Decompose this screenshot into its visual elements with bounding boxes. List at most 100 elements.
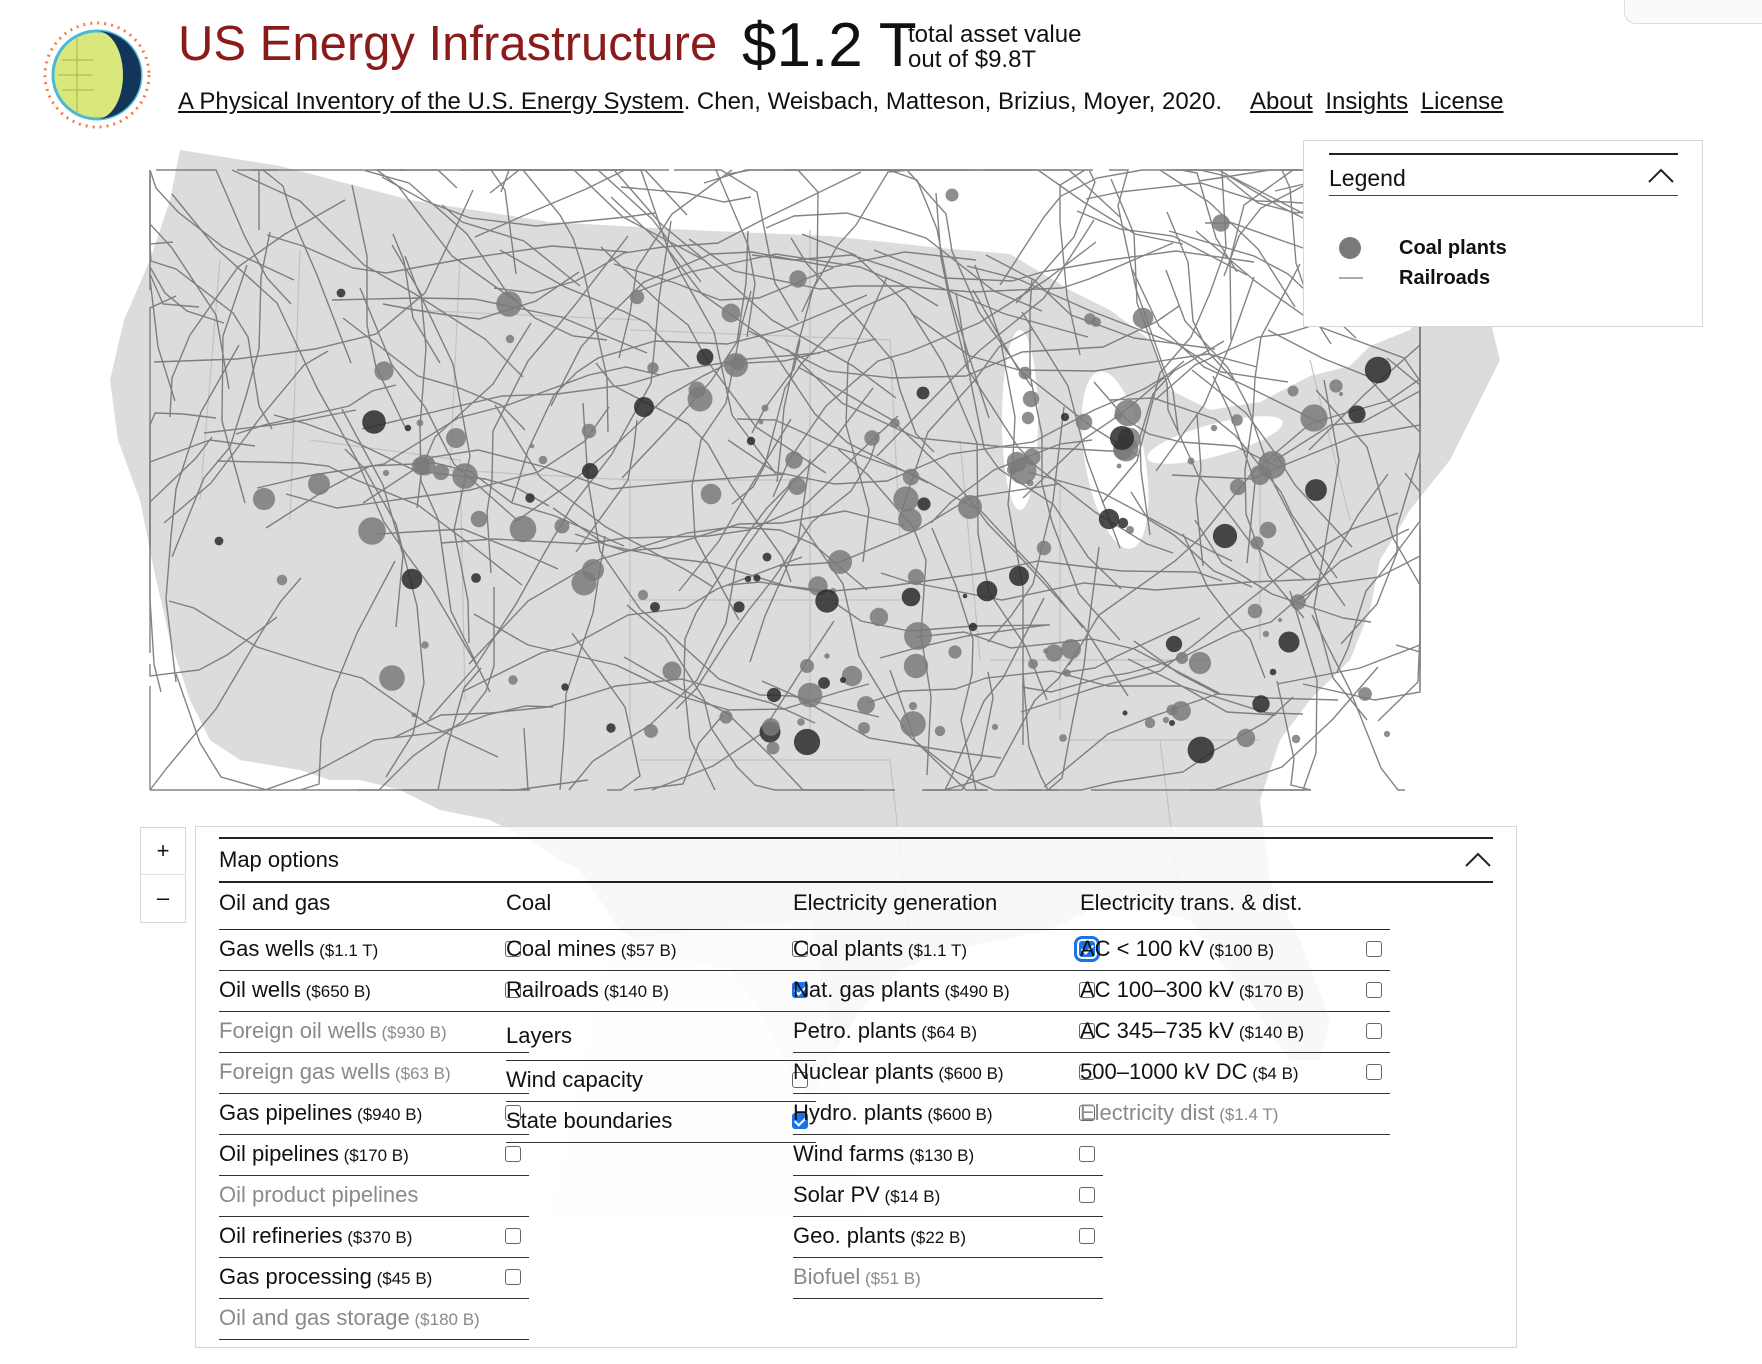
coal-plant-marker[interactable] xyxy=(452,463,478,489)
option-checkbox[interactable] xyxy=(505,1228,521,1244)
coal-plant-marker[interactable] xyxy=(696,348,714,366)
coal-plant-marker[interactable] xyxy=(733,601,745,613)
coal-plant-marker[interactable] xyxy=(252,487,276,511)
coal-plant-marker[interactable] xyxy=(900,711,926,737)
coal-plant-marker[interactable] xyxy=(958,495,982,519)
coal-plant-marker[interactable] xyxy=(214,536,224,546)
coal-plant-marker[interactable] xyxy=(1210,424,1218,432)
option-row[interactable]: Petro. plants ($64 B) xyxy=(793,1012,1103,1053)
coal-plant-marker[interactable] xyxy=(1250,536,1264,550)
coal-plant-marker[interactable] xyxy=(1259,521,1277,539)
coal-plant-marker[interactable] xyxy=(1236,728,1256,748)
coal-plant-marker[interactable] xyxy=(1036,540,1052,556)
coal-plant-marker[interactable] xyxy=(800,659,814,673)
coal-plant-marker[interactable] xyxy=(1018,366,1032,380)
coal-plant-marker[interactable] xyxy=(744,575,752,583)
option-row[interactable]: Oil wells ($650 B) xyxy=(219,971,529,1012)
coal-plant-marker[interactable] xyxy=(1348,405,1366,423)
coal-plant-marker[interactable] xyxy=(525,493,535,503)
coal-plant-marker[interactable] xyxy=(582,463,598,479)
coal-plant-marker[interactable] xyxy=(1250,465,1270,485)
coal-plant-marker[interactable] xyxy=(1187,736,1215,764)
option-row[interactable]: Hydro. plants ($600 B) xyxy=(793,1094,1103,1135)
nav-about[interactable]: About xyxy=(1250,88,1313,115)
coal-plant-marker[interactable] xyxy=(1063,669,1071,677)
coal-plant-marker[interactable] xyxy=(276,574,288,586)
coal-plant-marker[interactable] xyxy=(901,587,921,607)
coal-plant-marker[interactable] xyxy=(857,696,875,714)
legend-header[interactable]: Legend xyxy=(1329,153,1678,196)
coal-plant-marker[interactable] xyxy=(1305,479,1327,501)
option-row[interactable]: Coal plants ($1.1 T) xyxy=(793,930,1103,971)
coal-plant-marker[interactable] xyxy=(893,486,919,512)
coal-plant-marker[interactable] xyxy=(903,653,929,679)
coal-plant-marker[interactable] xyxy=(1188,651,1212,675)
coal-plant-marker[interactable] xyxy=(766,687,782,703)
coal-plant-marker[interactable] xyxy=(1059,734,1067,742)
option-checkbox[interactable] xyxy=(1079,1187,1095,1203)
coal-plant-marker[interactable] xyxy=(824,653,830,659)
coal-plant-marker[interactable] xyxy=(1098,508,1120,530)
coal-plant-marker[interactable] xyxy=(1231,414,1243,426)
coal-plant-marker[interactable] xyxy=(788,477,806,495)
coal-plant-marker[interactable] xyxy=(470,510,488,528)
coal-plant-marker[interactable] xyxy=(1291,734,1301,744)
coal-plant-marker[interactable] xyxy=(1116,463,1122,469)
option-checkbox[interactable] xyxy=(1366,941,1382,957)
coal-plant-marker[interactable] xyxy=(687,386,713,412)
coal-plant-marker[interactable] xyxy=(968,622,978,632)
nav-insights[interactable]: Insights xyxy=(1325,88,1408,115)
option-row[interactable]: Wind capacity xyxy=(506,1061,816,1102)
coal-plant-marker[interactable] xyxy=(1028,659,1038,669)
coal-plant-marker[interactable] xyxy=(758,419,764,425)
coal-plant-marker[interactable] xyxy=(948,645,962,659)
coal-plant-marker[interactable] xyxy=(890,418,900,428)
coal-plant-marker[interactable] xyxy=(1358,687,1372,701)
option-checkbox[interactable] xyxy=(1366,1064,1382,1080)
coal-plant-marker[interactable] xyxy=(761,404,769,412)
coal-plant-marker[interactable] xyxy=(945,188,959,202)
coal-plant-marker[interactable] xyxy=(581,423,597,439)
option-row[interactable]: Gas processing ($45 B) xyxy=(219,1258,529,1299)
coal-plant-marker[interactable] xyxy=(606,723,616,733)
coal-plant-marker[interactable] xyxy=(629,289,645,305)
option-row[interactable]: Coal mines ($57 B) xyxy=(506,930,816,971)
coal-plant-marker[interactable] xyxy=(721,303,741,323)
coal-plant-marker[interactable] xyxy=(828,550,852,574)
coal-plant-marker[interactable] xyxy=(1269,668,1277,676)
coal-plant-marker[interactable] xyxy=(508,675,518,685)
coal-plant-marker[interactable] xyxy=(446,428,466,448)
coal-plant-marker[interactable] xyxy=(647,362,659,374)
coal-plant-marker[interactable] xyxy=(637,589,649,601)
coal-plant-marker[interactable] xyxy=(471,573,481,583)
coal-plant-marker[interactable] xyxy=(379,665,405,691)
coal-plant-marker[interactable] xyxy=(432,463,450,481)
coal-plant-marker[interactable] xyxy=(421,641,429,649)
coal-plant-marker[interactable] xyxy=(1252,695,1270,713)
coal-plant-marker[interactable] xyxy=(1075,413,1093,431)
coal-plant-marker[interactable] xyxy=(505,334,515,344)
option-row[interactable]: Gas pipelines ($940 B) xyxy=(219,1094,529,1135)
coal-plant-marker[interactable] xyxy=(1045,644,1063,662)
coal-plant-marker[interactable] xyxy=(1084,313,1096,325)
coal-plant-marker[interactable] xyxy=(509,515,537,543)
coal-plant-marker[interactable] xyxy=(1212,214,1230,232)
coal-plant-marker[interactable] xyxy=(382,469,390,477)
coal-plant-marker[interactable] xyxy=(496,291,522,317)
coal-plant-marker[interactable] xyxy=(746,436,756,446)
coal-plant-marker[interactable] xyxy=(1171,701,1191,721)
coal-plant-marker[interactable] xyxy=(841,665,863,687)
coal-plant-marker[interactable] xyxy=(1383,730,1391,738)
coal-plant-marker[interactable] xyxy=(1162,716,1170,724)
coal-plant-marker[interactable] xyxy=(401,568,423,590)
coal-plant-marker[interactable] xyxy=(416,419,424,427)
coal-plant-marker[interactable] xyxy=(662,661,682,681)
coal-plant-marker[interactable] xyxy=(411,456,431,476)
coal-plant-marker[interactable] xyxy=(864,430,880,446)
coal-plant-marker[interactable] xyxy=(898,508,922,532)
zoom-in-button[interactable]: + xyxy=(141,828,185,874)
option-checkbox[interactable] xyxy=(505,1146,521,1162)
coal-plant-marker[interactable] xyxy=(916,386,930,400)
coal-plant-marker[interactable] xyxy=(797,682,823,708)
option-checkbox[interactable] xyxy=(505,1269,521,1285)
